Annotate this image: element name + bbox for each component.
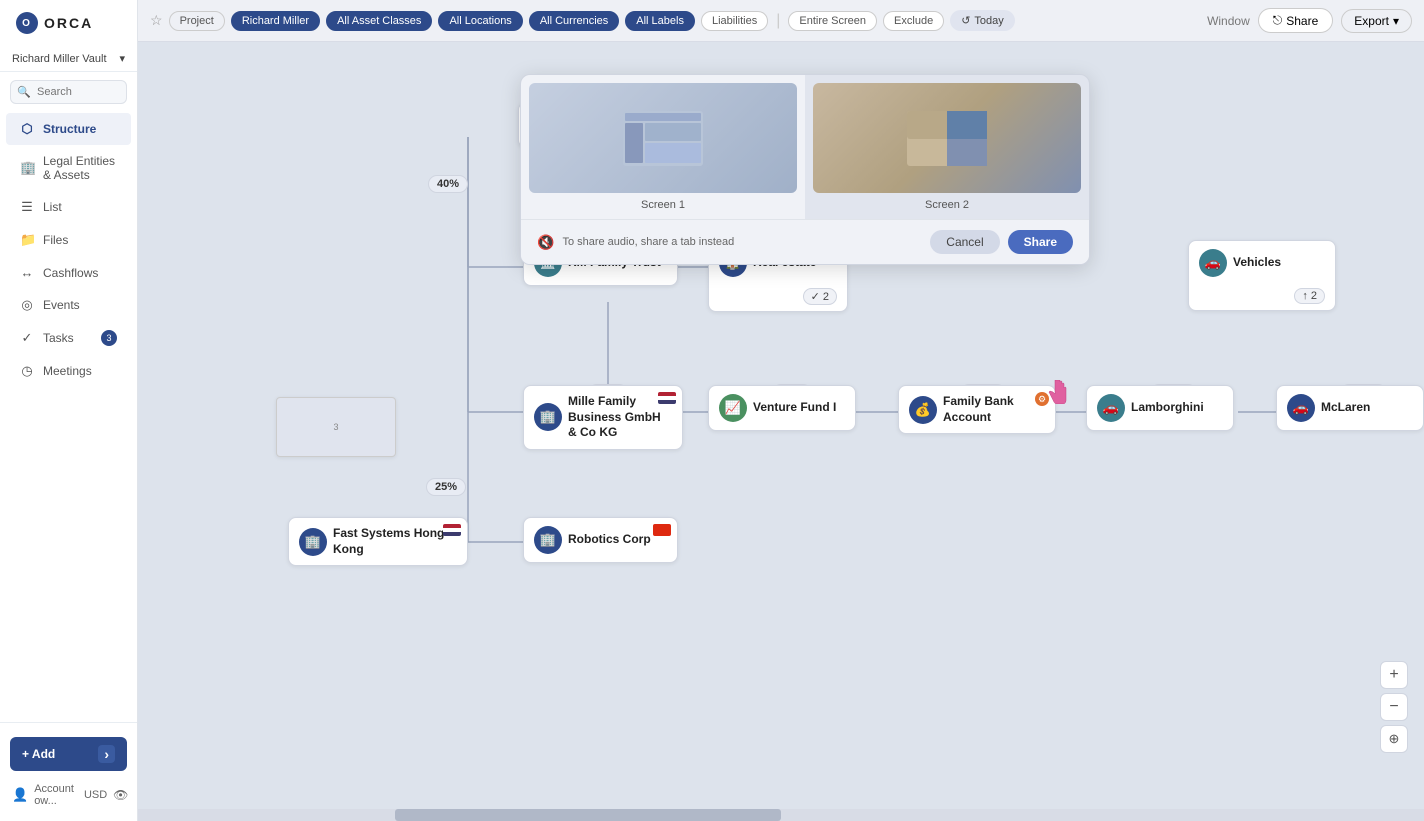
list-icon: ☰ xyxy=(20,199,34,215)
screen1-preview xyxy=(529,83,797,193)
node-mille-family-business[interactable]: 🏢 Mille Family Business GmbH & Co KG xyxy=(523,385,683,450)
vehicles-count: ↑2 xyxy=(1294,288,1325,304)
chevron-down-icon: ▾ xyxy=(119,52,125,65)
export-button[interactable]: Export ▾ xyxy=(1341,9,1412,33)
zoom-controls: + − ⊕ xyxy=(1380,661,1408,753)
vehicles-icon: 🚗 xyxy=(1199,249,1227,277)
venture-icon: 📈 xyxy=(719,394,747,422)
sidebar-item-legal-entities[interactable]: 🏢 Legal Entities & Assets xyxy=(6,146,131,190)
screen2-preview xyxy=(813,83,1081,193)
app-logo: O ORCA xyxy=(0,0,137,46)
screen2-thumb[interactable]: Screen 2 xyxy=(805,75,1089,219)
sidebar-item-list[interactable]: ☰ List xyxy=(6,191,131,223)
structure-icon: ⬡ xyxy=(20,121,34,137)
share-icon: ⎋ xyxy=(1273,13,1283,28)
cashflows-icon: ↔ xyxy=(20,265,34,280)
screen1-thumb[interactable]: Screen 1 xyxy=(521,75,805,219)
account-icon: 👤 xyxy=(12,787,28,803)
mille-icon: 🏢 xyxy=(534,403,562,431)
screen-share-footer: 🔇 To share audio, share a tab instead Ca… xyxy=(521,219,1089,264)
sidebar-item-tasks[interactable]: ✓ Tasks 3 xyxy=(6,322,131,354)
share-button[interactable]: ⎋ Share xyxy=(1258,8,1334,33)
node-family-bank-account[interactable]: 💰 Family Bank Account ⚙ xyxy=(898,385,1056,434)
screen-share-dialog: Screen 1 Screen 2 🔇 xyxy=(520,74,1090,265)
account-row[interactable]: 👤 Account ow... USD 👁 xyxy=(0,777,137,813)
entire-screen-chip[interactable]: Entire Screen xyxy=(788,11,877,31)
all-locations-chip[interactable]: All Locations xyxy=(438,11,522,31)
sidebar-item-events[interactable]: ◎ Events xyxy=(6,289,131,321)
eye-icon: 👁 xyxy=(113,788,128,802)
topbar: ☆ Project Richard Miller All Asset Class… xyxy=(138,0,1424,42)
tasks-badge: 3 xyxy=(101,330,117,346)
fast-systems-icon: 🏢 xyxy=(299,528,327,556)
sidebar-bottom: + Add › 👤 Account ow... USD 👁 xyxy=(0,722,137,821)
screen-share-cancel-button[interactable]: Cancel xyxy=(930,230,999,254)
scroll-thumb[interactable] xyxy=(395,809,781,821)
sidebar-item-cashflows[interactable]: ↔ Cashflows xyxy=(6,257,131,288)
node-mclaren[interactable]: 🚗 McLaren xyxy=(1276,385,1424,431)
sidebar-item-structure[interactable]: ⬡ Structure xyxy=(6,113,131,145)
canvas[interactable]: RM Richard Miller 40% 🏛 RM Family Trust … xyxy=(138,42,1424,793)
vault-selector[interactable]: Richard Miller Vault ▾ xyxy=(0,46,137,72)
sidebar-nav: ⬡ Structure 🏢 Legal Entities & Assets ☰ … xyxy=(0,112,137,722)
all-asset-classes-chip[interactable]: All Asset Classes xyxy=(326,11,432,31)
add-button[interactable]: + Add › xyxy=(10,737,127,771)
sidebar-item-meetings[interactable]: ◷ Meetings xyxy=(6,355,131,387)
lamborghini-icon: 🚗 xyxy=(1097,394,1125,422)
entities-icon: 🏢 xyxy=(20,160,34,176)
compass-button[interactable]: ⊕ xyxy=(1380,725,1408,753)
node-partial-left: 3 xyxy=(276,397,396,457)
logo-icon: O xyxy=(16,12,38,34)
richard-miller-chip[interactable]: Richard Miller xyxy=(231,11,320,31)
add-arrow-icon: › xyxy=(98,745,115,763)
refresh-icon: ↺ xyxy=(961,14,970,27)
mclaren-icon: 🚗 xyxy=(1287,394,1315,422)
window-label: Window xyxy=(1207,14,1250,28)
sidebar: O ORCA Richard Miller Vault ▾ 🔍 ⬡ Struct… xyxy=(0,0,138,821)
today-chip[interactable]: ↺ Today xyxy=(950,10,1015,31)
project-chip[interactable]: Project xyxy=(169,11,225,31)
zoom-in-button[interactable]: + xyxy=(1380,661,1408,689)
liabilities-chip[interactable]: Liabilities xyxy=(701,11,768,31)
tasks-icon: ✓ xyxy=(20,330,34,346)
all-currencies-chip[interactable]: All Currencies xyxy=(529,11,619,31)
topbar-right: Window ⎋ Share Export ▾ xyxy=(1207,8,1412,33)
node-robotics-corp[interactable]: 🏢 Robotics Corp xyxy=(523,517,678,563)
meetings-icon: ◷ xyxy=(20,363,34,379)
all-labels-chip[interactable]: All Labels xyxy=(625,11,695,31)
node-vehicles[interactable]: 🚗 Vehicles ↑2 xyxy=(1188,240,1336,311)
sidebar-item-files[interactable]: 📁 Files xyxy=(6,224,131,256)
events-icon: ◎ xyxy=(20,297,34,313)
node-venture-fund[interactable]: 📈 Venture Fund I xyxy=(708,385,856,431)
screen-share-share-button[interactable]: Share xyxy=(1008,230,1073,254)
node-lamborghini[interactable]: 🚗 Lamborghini xyxy=(1086,385,1234,431)
audio-icon: 🔇 xyxy=(537,234,554,251)
node-fast-systems[interactable]: 🏢 Fast Systems Hong Kong xyxy=(288,517,468,566)
main-area: ☆ Project Richard Miller All Asset Class… xyxy=(138,0,1424,821)
chevron-down-icon: ▾ xyxy=(1393,14,1399,28)
bottom-scrollbar[interactable] xyxy=(138,809,1424,821)
zoom-out-button[interactable]: − xyxy=(1380,693,1408,721)
bank-icon: 💰 xyxy=(909,396,937,424)
percent-badge-25-bottom: 25% xyxy=(426,478,466,496)
exclude-chip[interactable]: Exclude xyxy=(883,11,944,31)
files-icon: 📁 xyxy=(20,232,34,248)
percent-badge-family-trust: 40% xyxy=(428,175,468,193)
robotics-icon: 🏢 xyxy=(534,526,562,554)
real-estate-count: ✓2 xyxy=(803,288,837,305)
search-container: 🔍 xyxy=(10,80,127,104)
screen-thumbnails: Screen 1 Screen 2 xyxy=(521,75,1089,219)
star-icon[interactable]: ☆ xyxy=(150,12,163,29)
search-icon: 🔍 xyxy=(17,86,31,99)
